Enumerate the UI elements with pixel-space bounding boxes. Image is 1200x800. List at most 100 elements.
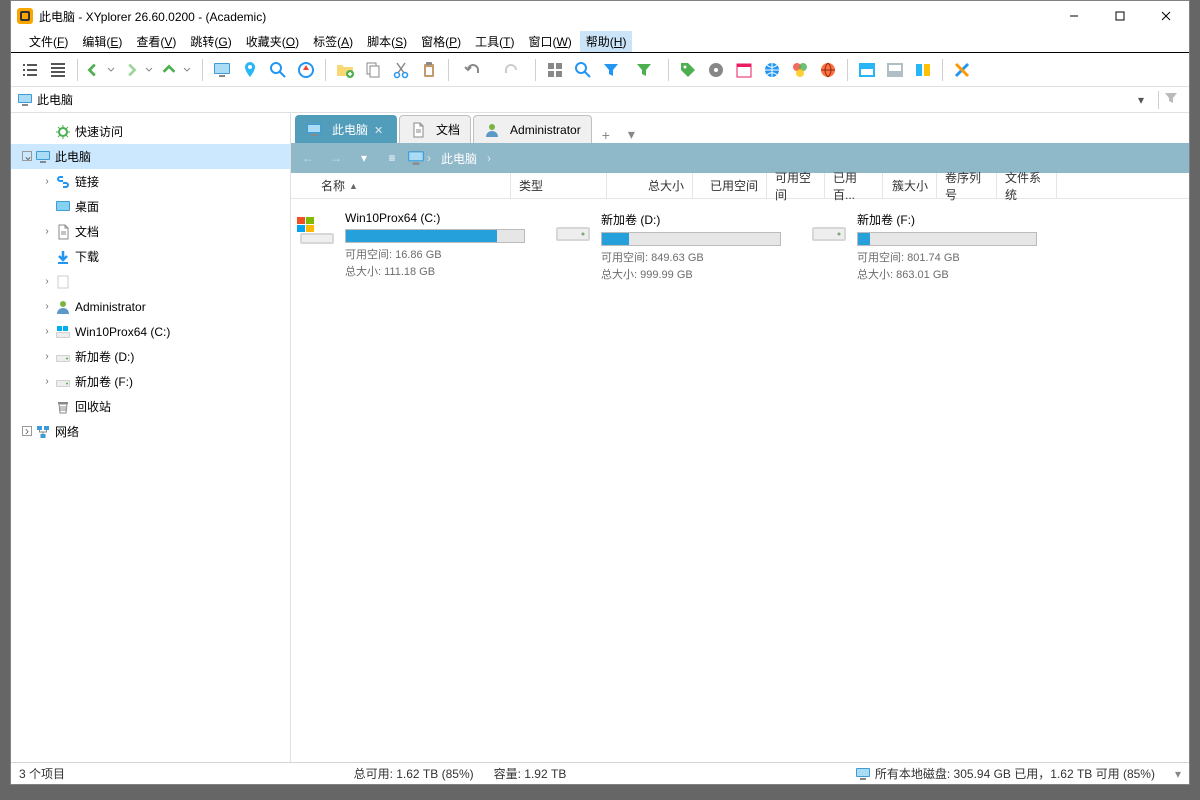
- tree-item[interactable]: 桌面: [11, 194, 290, 219]
- menu-item[interactable]: 收藏夹(O): [240, 31, 305, 52]
- tab-add-button[interactable]: +: [594, 127, 618, 143]
- tree-item[interactable]: ›网络: [11, 419, 290, 444]
- status-dropdown-icon[interactable]: ▾: [1175, 767, 1181, 781]
- menu-item[interactable]: 文件(F): [23, 31, 74, 52]
- maximize-button[interactable]: [1097, 1, 1143, 31]
- file-list[interactable]: Win10Prox64 (C:)可用空间: 16.86 GB总大小: 111.1…: [291, 199, 1189, 762]
- tree-item[interactable]: ›链接: [11, 169, 290, 194]
- menu-item[interactable]: 脚本(S): [361, 31, 413, 52]
- drive-item[interactable]: 新加卷 (D:)可用空间: 849.63 GB总大小: 999.99 GB: [553, 211, 801, 283]
- column-header[interactable]: 名称▲: [313, 173, 511, 198]
- column-header[interactable]: 卷序列号: [937, 173, 997, 198]
- tab-close-icon[interactable]: ✕: [374, 124, 386, 136]
- undo-button[interactable]: [455, 57, 491, 83]
- tree-panel[interactable]: 快速访问⌄此电脑›链接桌面›文档下载››Administrator›Win10P…: [11, 113, 291, 762]
- copy-icon[interactable]: [360, 57, 386, 83]
- close-button[interactable]: [1143, 1, 1189, 31]
- zoom-icon[interactable]: [265, 57, 291, 83]
- tree-item[interactable]: ⌄此电脑: [11, 144, 290, 169]
- location-icon[interactable]: [237, 57, 263, 83]
- column-header[interactable]: 可用空间: [767, 173, 825, 198]
- tab[interactable]: 文档: [399, 115, 471, 143]
- tree-label: 快速访问: [75, 123, 123, 140]
- tree-item[interactable]: 下载: [11, 244, 290, 269]
- column-header[interactable]: 总大小: [607, 173, 693, 198]
- up-button[interactable]: [160, 57, 196, 83]
- expand-icon[interactable]: ›: [39, 351, 55, 362]
- address-dropdown-icon[interactable]: ▾: [1138, 93, 1154, 107]
- drive-total: 总大小: 863.01 GB: [857, 267, 1057, 284]
- globe-icon[interactable]: [759, 57, 785, 83]
- expand-icon[interactable]: ›: [39, 326, 55, 337]
- search-icon[interactable]: [570, 57, 596, 83]
- expand-icon[interactable]: ›: [39, 226, 55, 237]
- new-folder-icon[interactable]: [332, 57, 358, 83]
- expand-icon[interactable]: ›: [39, 301, 55, 312]
- pane1-icon[interactable]: [854, 57, 880, 83]
- expand-icon[interactable]: ⌄: [19, 151, 35, 163]
- crumb-back-icon[interactable]: ←: [295, 145, 321, 171]
- crumb-forward-icon[interactable]: →: [323, 145, 349, 171]
- address-bar[interactable]: 此电脑 ▾: [11, 87, 1189, 113]
- column-header[interactable]: 簇大小: [883, 173, 937, 198]
- menu-item[interactable]: 帮助(H): [580, 31, 633, 52]
- target-icon[interactable]: [293, 57, 319, 83]
- tree-item[interactable]: 回收站: [11, 394, 290, 419]
- calendar-icon[interactable]: [731, 57, 757, 83]
- menu-item[interactable]: 窗口(W): [522, 31, 577, 52]
- crumb-dropdown-icon[interactable]: ▾: [351, 145, 377, 171]
- drive-item[interactable]: 新加卷 (F:)可用空间: 801.74 GB总大小: 863.01 GB: [809, 211, 1057, 283]
- tab-menu-icon[interactable]: ▾: [620, 126, 643, 143]
- redo-button[interactable]: [493, 57, 529, 83]
- crumb-segment[interactable]: 此电脑: [433, 150, 485, 167]
- split-icon[interactable]: [910, 57, 936, 83]
- menu-item[interactable]: 窗格(P): [415, 31, 467, 52]
- tag-icon[interactable]: [675, 57, 701, 83]
- ball-icon[interactable]: [815, 57, 841, 83]
- minimize-button[interactable]: [1051, 1, 1097, 31]
- address-text[interactable]: 此电脑: [37, 91, 1134, 108]
- forward-button[interactable]: [122, 57, 158, 83]
- filter-icon[interactable]: [598, 57, 624, 83]
- settings-icon[interactable]: [949, 57, 975, 83]
- menu-item[interactable]: 编辑(E): [76, 31, 128, 52]
- menu-item[interactable]: 标签(A): [307, 31, 359, 52]
- menu-item[interactable]: 查看(V): [130, 31, 182, 52]
- expand-icon[interactable]: ›: [19, 426, 35, 438]
- tree-item[interactable]: ›: [11, 269, 290, 294]
- tree-item[interactable]: ›文档: [11, 219, 290, 244]
- crumb-menu-icon[interactable]: ≡: [379, 145, 405, 171]
- menu-item[interactable]: 跳转(G): [184, 31, 237, 52]
- menu-item[interactable]: 工具(T): [469, 31, 520, 52]
- titlebar[interactable]: 此电脑 - XYplorer 26.60.0200 - (Academic): [11, 1, 1189, 31]
- filter-dropdown-icon[interactable]: [626, 57, 662, 83]
- column-header[interactable]: 文件系统: [997, 173, 1057, 198]
- tree-item[interactable]: ›新加卷 (D:): [11, 344, 290, 369]
- palette-icon[interactable]: [787, 57, 813, 83]
- monitor-icon[interactable]: [209, 57, 235, 83]
- back-button[interactable]: [84, 57, 120, 83]
- tab[interactable]: 此电脑✕: [295, 115, 397, 143]
- disc-icon[interactable]: [703, 57, 729, 83]
- column-header[interactable]: 类型: [511, 173, 607, 198]
- drive-item[interactable]: Win10Prox64 (C:)可用空间: 16.86 GB总大小: 111.1…: [297, 211, 545, 280]
- grid-icon[interactable]: [542, 57, 568, 83]
- cut-icon[interactable]: [388, 57, 414, 83]
- expand-icon[interactable]: ›: [39, 176, 55, 187]
- column-header[interactable]: 已用百...: [825, 173, 883, 198]
- expand-icon[interactable]: ›: [39, 276, 55, 287]
- pane2-icon[interactable]: [882, 57, 908, 83]
- column-headers: 名称▲类型总大小已用空间可用空间已用百...簇大小卷序列号文件系统: [291, 173, 1189, 199]
- tree-item[interactable]: ›Win10Prox64 (C:): [11, 319, 290, 344]
- tree-item[interactable]: ›Administrator: [11, 294, 290, 319]
- filter-icon[interactable]: [1163, 90, 1183, 109]
- expand-icon[interactable]: ›: [39, 376, 55, 387]
- column-header[interactable]: 已用空间: [693, 173, 767, 198]
- paste-icon[interactable]: [416, 57, 442, 83]
- usage-bar: [857, 232, 1037, 246]
- list-view-icon[interactable]: [17, 57, 43, 83]
- tree-item[interactable]: 快速访问: [11, 119, 290, 144]
- details-view-icon[interactable]: [45, 57, 71, 83]
- tab[interactable]: Administrator: [473, 115, 592, 143]
- tree-item[interactable]: ›新加卷 (F:): [11, 369, 290, 394]
